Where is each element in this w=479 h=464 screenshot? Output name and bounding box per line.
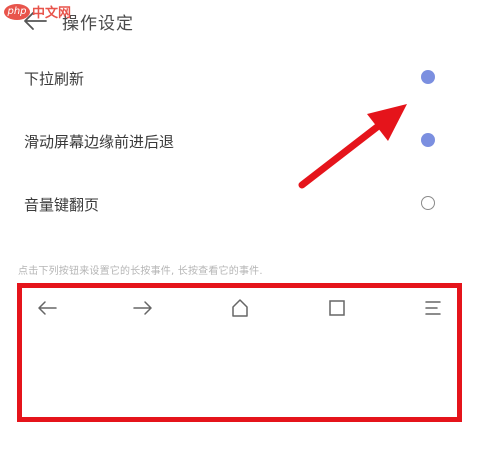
annotation-highlight-box (17, 283, 462, 422)
setting-label: 下拉刷新 (24, 70, 85, 88)
watermark-text: 中文网 (32, 6, 72, 21)
watermark-badge: php (4, 3, 30, 20)
setting-label: 滑动屏幕边缘前进后退 (24, 133, 175, 151)
setting-label: 音量键翻页 (24, 196, 100, 214)
setting-row-pull-refresh[interactable]: 下拉刷新 (0, 58, 479, 98)
setting-row-volume-page[interactable]: 音量键翻页 (0, 184, 479, 224)
header: 操作设定 (0, 0, 479, 44)
radio-selected-icon[interactable] (421, 70, 435, 84)
radio-selected-icon[interactable] (421, 133, 435, 147)
radio-unselected-icon[interactable] (421, 196, 435, 210)
page-title: 操作设定 (62, 14, 134, 34)
setting-row-edge-swipe[interactable]: 滑动屏幕边缘前进后退 (0, 121, 479, 161)
site-watermark: php 中文网 (4, 2, 71, 21)
hint-text: 点击下列按钮来设置它的长按事件, 长按查看它的事件. (18, 266, 263, 277)
